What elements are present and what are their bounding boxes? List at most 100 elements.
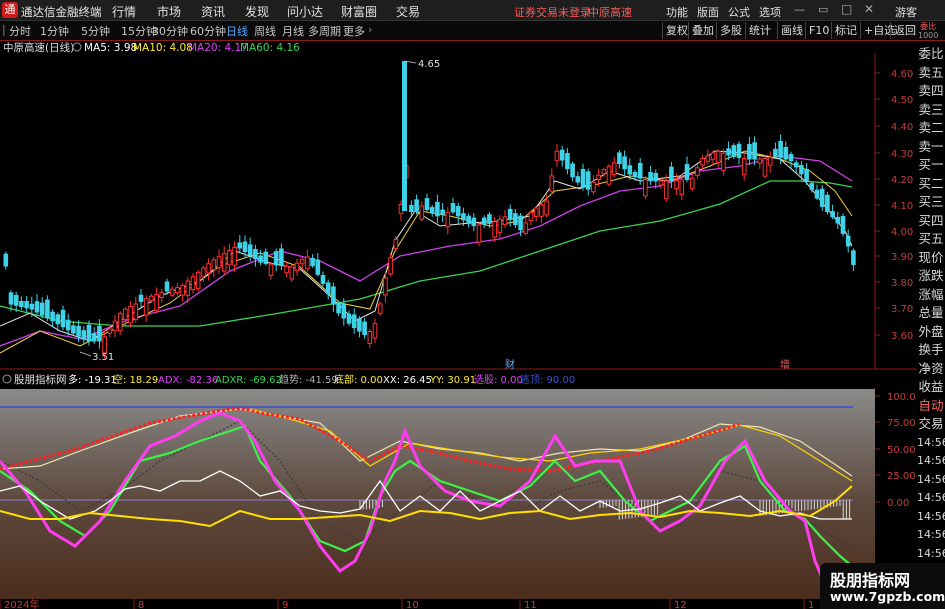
side-panel-item: 14:56 <box>917 491 945 504</box>
event-mark-increase[interactable]: 增 <box>780 358 790 371</box>
menu-wealth-circle[interactable]: 财富圈 <box>341 3 377 20</box>
back-button[interactable]: 返回 <box>890 22 919 39</box>
price-tick-label: 4.30 <box>891 149 913 160</box>
candle-body <box>507 208 513 220</box>
candle-body <box>814 189 820 199</box>
menu-market[interactable]: 市场 <box>157 3 181 20</box>
candle-body <box>481 217 487 225</box>
period-daily[interactable]: 日线 <box>226 23 248 39</box>
more-chevron-icon[interactable]: › <box>368 23 372 36</box>
app-title: 通达信金融终端 <box>21 5 102 19</box>
candle-body <box>689 177 695 189</box>
menu-market-quotes[interactable]: 行情 <box>112 3 136 20</box>
menu-function[interactable]: 功能 <box>666 4 688 20</box>
side-panel-item: 卖一 <box>918 138 944 154</box>
side-panel-item: 卖二 <box>918 120 944 135</box>
statistics-button[interactable]: 统计 <box>745 22 774 39</box>
minimize-icon[interactable]: — <box>794 3 805 16</box>
price-tick-label: 4.00 <box>891 227 913 238</box>
candle-body <box>393 239 399 249</box>
candle-body <box>424 198 430 210</box>
date-tick-label: 11 <box>524 600 537 609</box>
candle-body <box>435 201 440 217</box>
candle-body <box>513 213 518 226</box>
side-panel-item[interactable]: 交易 <box>917 415 945 433</box>
period-multi[interactable]: 多周期 <box>308 23 341 39</box>
candle-body <box>684 163 690 180</box>
candle-body <box>752 142 757 160</box>
candle-body <box>455 206 461 217</box>
adjust-button[interactable]: 复权 <box>662 22 691 39</box>
candle-body <box>55 314 61 325</box>
menu-trade[interactable]: 交易 <box>396 3 420 20</box>
event-mark-finance[interactable]: 财 <box>505 358 515 371</box>
indicator-legend: 多: -19.31空: 18.29 ADX: -82.36ADXR: -69.62… <box>68 373 575 386</box>
watermark: 股朋指标网 www.7gpzb.com <box>820 563 945 609</box>
candle-body <box>799 164 804 175</box>
period-1min[interactable]: 1分钟 <box>40 23 69 39</box>
candle-body <box>429 207 435 214</box>
candle-body <box>622 156 627 170</box>
period-60min[interactable]: 60分钟 <box>190 23 226 39</box>
mark-button[interactable]: 标记 <box>831 22 860 39</box>
restore-icon[interactable]: ▭ <box>818 3 828 16</box>
candle-body <box>102 336 107 354</box>
menu-ask-xiaoda[interactable]: 问小达 <box>287 3 323 20</box>
side-panel-item: 净资 <box>918 360 944 376</box>
price-tick-label: 4.50 <box>891 95 913 106</box>
multi-stock-button[interactable]: 多股 <box>716 22 745 39</box>
menu-options[interactable]: 选项 <box>759 4 781 20</box>
candle-body <box>492 221 497 238</box>
side-panel-item: 买一 <box>918 157 944 172</box>
candle-body <box>357 318 362 332</box>
side-panel-item[interactable]: 自动 <box>917 397 945 415</box>
candle-body <box>461 213 466 221</box>
candle-body <box>315 259 321 275</box>
login-notice[interactable]: 证券交易未登录 <box>514 4 591 20</box>
candle-body <box>596 174 601 180</box>
candle-body <box>466 215 471 225</box>
side-panel-item: 14:56 <box>917 546 945 560</box>
candle-body <box>471 217 477 227</box>
price-tick-label: 4.10 <box>891 201 913 212</box>
candle-body <box>830 211 835 218</box>
candle-body <box>8 292 14 305</box>
period-intraday[interactable]: 分时 <box>9 23 31 39</box>
candle-body <box>715 150 721 164</box>
f10-button[interactable]: F10 <box>805 22 832 39</box>
menu-formula[interactable]: 公式 <box>728 4 750 20</box>
indicator-legend-item: 空: 18.29 <box>113 373 158 386</box>
candle-body <box>445 211 451 228</box>
kline-chart[interactable]: 中原高速(日线) MA5: 3.98MA10: 4.08MA20: 4.17MA… <box>0 41 945 609</box>
candle-body <box>237 242 243 249</box>
period-30min[interactable]: 30分钟 <box>152 23 188 39</box>
collapse-icon[interactable]: | <box>2 23 6 36</box>
candle-body <box>741 157 747 176</box>
period-5min[interactable]: 5分钟 <box>81 23 110 39</box>
candle-body <box>383 277 388 296</box>
period-monthly[interactable]: 月线 <box>282 23 304 39</box>
period-more[interactable]: 更多 <box>343 23 365 39</box>
overlay-button[interactable]: 叠加 <box>688 22 717 39</box>
guest-label[interactable]: 游客 <box>895 4 917 20</box>
menu-discover[interactable]: 发现 <box>245 3 269 20</box>
candle-body <box>497 218 503 234</box>
side-panel-item: 买五 <box>918 231 944 246</box>
period-weekly[interactable]: 周线 <box>254 23 276 39</box>
date-tick-label: 9 <box>282 600 288 609</box>
menu-news[interactable]: 资讯 <box>201 3 225 20</box>
side-panel-item: 14:56 <box>917 454 945 467</box>
indicator-name[interactable]: 股朋指标网 <box>14 373 67 386</box>
candle-body <box>788 153 794 162</box>
candle-body <box>747 143 752 160</box>
candle-body <box>518 215 523 231</box>
candle-body <box>476 224 482 243</box>
menu-layout[interactable]: 版面 <box>697 4 719 20</box>
draw-line-button[interactable]: 画线 <box>777 22 806 39</box>
maximize-icon[interactable]: □ <box>841 2 852 16</box>
close-icon[interactable]: ✕ <box>864 2 874 16</box>
indicator-legend-item: ADXR: -69.62 <box>215 375 282 386</box>
candle-body <box>164 281 170 292</box>
candle-body <box>117 312 123 332</box>
candle-body <box>648 172 653 182</box>
